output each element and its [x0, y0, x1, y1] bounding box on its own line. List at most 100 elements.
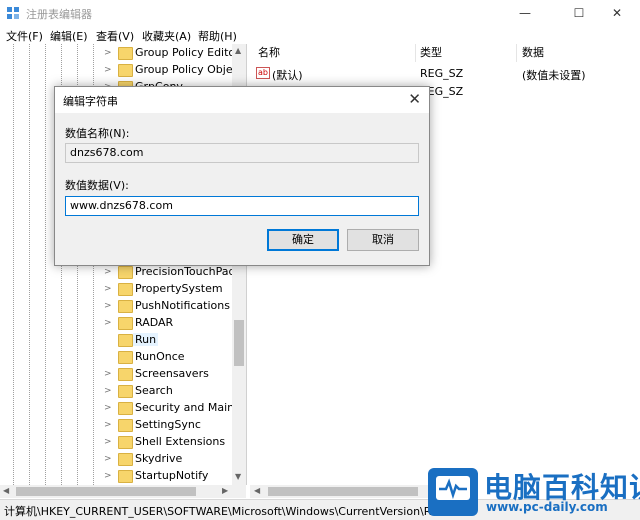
tree-item-label: Run	[133, 333, 159, 346]
column-header-type[interactable]: 类型	[420, 44, 442, 62]
scroll-right-arrow-icon[interactable]: ▶	[222, 486, 228, 495]
scroll-up-arrow-icon[interactable]: ▲	[235, 46, 241, 55]
tree-item[interactable]: > PrecisionTouchPad	[0, 264, 236, 281]
column-header-data[interactable]: 数据	[522, 44, 544, 62]
folder-icon	[118, 453, 133, 466]
string-value-icon: ab	[256, 67, 270, 79]
tree-item-label: Search	[135, 384, 173, 397]
tree-item-label: Skydrive	[135, 452, 183, 465]
scroll-left-arrow-icon[interactable]: ◀	[3, 486, 9, 495]
tree-item[interactable]: > StartupNotify	[0, 468, 232, 485]
monitor-screen	[436, 476, 470, 500]
dialog-title-bar: 编辑字符串 ✕	[55, 87, 429, 113]
menu-file[interactable]: 文件(F)	[6, 28, 43, 44]
tree-item[interactable]: > RADAR	[0, 315, 232, 332]
dialog-close-icon[interactable]: ✕	[408, 90, 421, 108]
list-horizontal-scrollbar[interactable]: ◀	[250, 485, 430, 498]
folder-icon	[118, 402, 133, 415]
expand-arrow-icon[interactable]: >	[104, 401, 114, 415]
menu-bar: 文件(F) 编辑(E) 查看(V) 收藏夹(A) 帮助(H)	[0, 26, 640, 44]
tree-item-label: Shell Extensions	[135, 435, 226, 448]
current-key-path: 计算机\HKEY_CURRENT_USER\SOFTWARE\Microsoft…	[4, 505, 445, 518]
folder-icon	[118, 351, 133, 364]
scrollbar-thumb[interactable]	[234, 320, 244, 366]
scrollbar-thumb[interactable]	[268, 487, 418, 496]
folder-icon	[118, 419, 133, 432]
tree-horizontal-scrollbar[interactable]: ◀ ▶	[0, 485, 246, 498]
expand-arrow-icon[interactable]: >	[104, 452, 114, 466]
expand-arrow-icon[interactable]: >	[104, 46, 114, 60]
value-name-field[interactable]: dnzs678.com	[65, 143, 419, 163]
value-name-label: 数值名称(N):	[65, 127, 130, 140]
expand-arrow-icon[interactable]: >	[104, 63, 114, 77]
tree-item-label: PropertySystem	[135, 282, 223, 295]
tree-item[interactable]: > Group Policy Editor	[0, 45, 240, 62]
monitor-logo-icon	[428, 468, 478, 516]
tree-item-label: RunOnce	[135, 350, 185, 363]
tree-item-label: Security and Mainte	[135, 401, 246, 414]
folder-icon	[118, 47, 133, 60]
menu-view[interactable]: 查看(V)	[96, 28, 134, 44]
tree-item[interactable]: > Security and Mainte	[0, 400, 245, 417]
expand-arrow-icon[interactable]: >	[104, 299, 114, 313]
folder-icon	[118, 334, 133, 347]
folder-icon	[118, 385, 133, 398]
cancel-button[interactable]: 取消	[347, 229, 419, 251]
scroll-down-arrow-icon[interactable]: ▼	[235, 472, 241, 481]
pulse-line-icon	[439, 478, 467, 500]
folder-icon	[118, 470, 133, 483]
registry-app-icon	[7, 7, 19, 19]
expand-arrow-icon[interactable]: >	[104, 316, 114, 330]
menu-favorites[interactable]: 收藏夹(A)	[142, 28, 191, 44]
scroll-left-arrow-icon[interactable]: ◀	[254, 486, 260, 495]
tree-item-selected[interactable]: Run	[0, 332, 232, 349]
column-separator[interactable]	[415, 44, 416, 62]
folder-icon	[118, 283, 133, 296]
menu-help[interactable]: 帮助(H)	[198, 28, 237, 44]
tree-item-label: PushNotifications	[135, 299, 230, 312]
folder-icon	[118, 368, 133, 381]
value-type: REG_SZ	[420, 67, 464, 80]
tree-item[interactable]: > SettingSync	[0, 417, 232, 434]
expand-arrow-icon[interactable]: >	[104, 418, 114, 432]
tree-item[interactable]: > PropertySystem	[0, 281, 232, 298]
column-header-name[interactable]: 名称	[258, 44, 280, 62]
tree-item-label: Group Policy Objec	[135, 63, 239, 76]
scrollbar-thumb[interactable]	[16, 487, 196, 496]
ok-button[interactable]: 确定	[267, 229, 339, 251]
edit-string-dialog: 编辑字符串 ✕ 数值名称(N): dnzs678.com 数值数据(V): ww…	[54, 86, 430, 266]
tree-item[interactable]: > Group Policy Objec	[0, 62, 239, 79]
tree-item[interactable]: > PushNotifications	[0, 298, 232, 315]
expand-arrow-icon[interactable]: >	[104, 435, 114, 449]
value-data-field[interactable]: www.dnzs678.com	[65, 196, 419, 216]
tree-item-label: SettingSync	[135, 418, 201, 431]
tree-item[interactable]: > Search	[0, 383, 232, 400]
dialog-title: 编辑字符串	[63, 95, 118, 108]
value-name[interactable]: (默认)	[272, 67, 303, 83]
tree-item[interactable]: > Skydrive	[0, 451, 232, 468]
expand-arrow-icon[interactable]: >	[104, 282, 114, 296]
folder-icon	[118, 300, 133, 313]
folder-icon	[118, 266, 133, 279]
tree-item[interactable]: > Shell Extensions	[0, 434, 232, 451]
registry-editor-window: 注册表编辑器 — ☐ ✕ 文件(F) 编辑(E) 查看(V) 收藏夹(A) 帮助…	[0, 0, 640, 520]
tree-item[interactable]: RunOnce	[0, 349, 232, 366]
minimize-button[interactable]: —	[502, 0, 548, 26]
value-data-label: 数值数据(V):	[65, 179, 129, 192]
watermark-url: www.pc-daily.com	[486, 500, 608, 514]
menu-edit[interactable]: 编辑(E)	[50, 28, 88, 44]
folder-icon	[118, 64, 133, 77]
tree-item-label: Group Policy Editor	[135, 46, 240, 59]
site-watermark: 电脑百科知识 www.pc-daily.com	[428, 466, 640, 519]
tree-item[interactable]: > Screensavers	[0, 366, 232, 383]
title-bar: 注册表编辑器 — ☐ ✕	[0, 0, 640, 26]
column-separator[interactable]	[516, 44, 517, 62]
expand-arrow-icon[interactable]: >	[104, 367, 114, 381]
expand-arrow-icon[interactable]: >	[104, 469, 114, 483]
tree-item-label: PrecisionTouchPad	[135, 265, 236, 278]
close-button[interactable]: ✕	[594, 0, 640, 26]
expand-arrow-icon[interactable]: >	[104, 384, 114, 398]
value-data: (数值未设置)	[522, 69, 586, 82]
tree-item-label: RADAR	[135, 316, 174, 329]
expand-arrow-icon[interactable]: >	[104, 265, 114, 279]
